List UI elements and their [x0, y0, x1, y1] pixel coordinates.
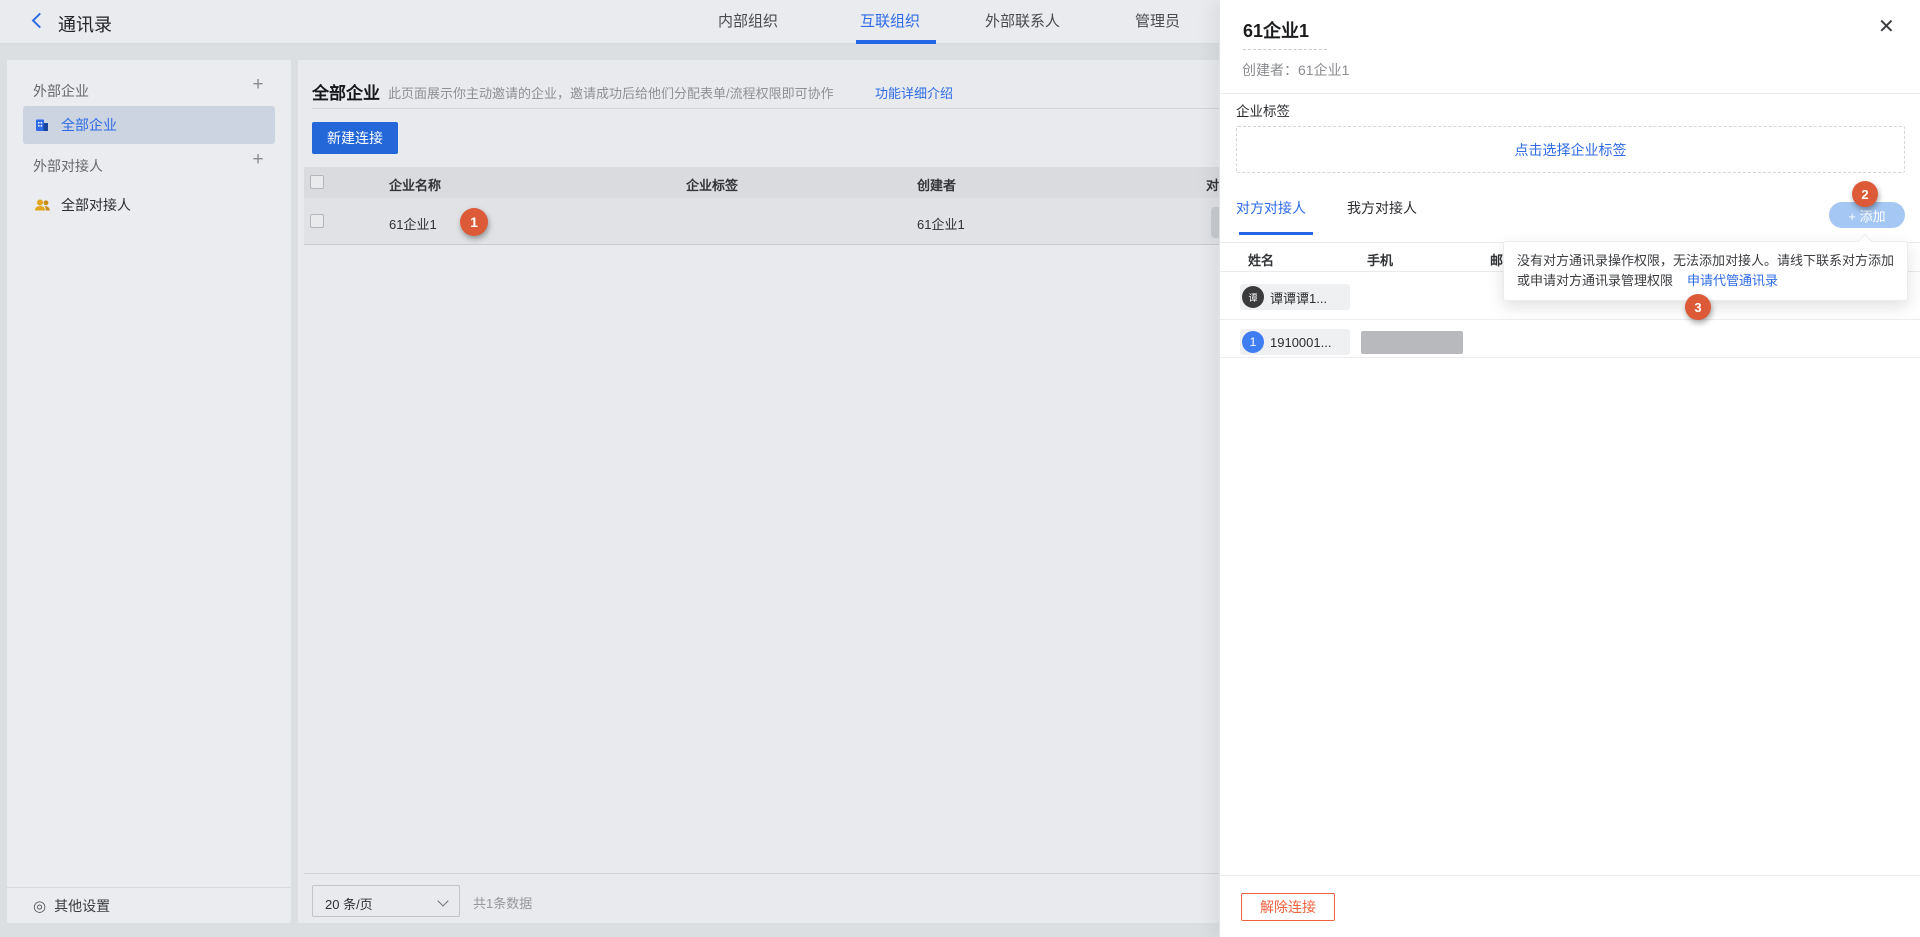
divider [312, 108, 1219, 109]
cell-creator: 61企业1 [917, 214, 965, 233]
main-content: 全部企业 此页面展示你主动邀请的企业，邀请成功后给他们分配表单/流程权限即可协作… [298, 60, 1219, 923]
active-tab-indicator [1239, 232, 1313, 235]
cell-enterprise-name[interactable]: 61企业1 [389, 214, 437, 233]
add-enterprise-plus-icon[interactable]: + [247, 74, 269, 96]
gear-icon: ◎ [33, 897, 46, 915]
annotation-badge-3: 3 [1685, 294, 1711, 320]
total-count-label: 共1条数据 [473, 893, 532, 912]
tab-their-contacts[interactable]: 对方对接人 [1236, 198, 1306, 218]
col-enterprise-tag: 企业标签 [686, 175, 738, 194]
section-description: 此页面展示你主动邀请的企业，邀请成功后给他们分配表单/流程权限即可协作 [388, 83, 834, 102]
chevron-down-icon [437, 895, 448, 906]
close-icon[interactable]: ✕ [1878, 14, 1895, 39]
col-name: 姓名 [1248, 250, 1274, 269]
select-tag-placeholder: 点击选择企业标签 [1515, 140, 1627, 160]
tab-admin[interactable]: 管理员 [1135, 0, 1180, 44]
page-size-select[interactable]: 20 条/页 [312, 885, 460, 917]
enterprise-tag-label: 企业标签 [1236, 100, 1290, 120]
apply-managed-contacts-link[interactable]: 申请代管通讯录 [1687, 273, 1778, 288]
back-icon[interactable] [32, 13, 48, 29]
enterprise-detail-drawer: 61企业1 创建者：61企业1 ✕ 企业标签 点击选择企业标签 对方对接人 我方… [1219, 0, 1920, 937]
sidebar-group-external-contact-person: 外部对接人 [33, 156, 103, 176]
col-creator: 创建者 [917, 175, 956, 194]
person-chip[interactable]: 谭 谭谭谭1... [1240, 284, 1350, 310]
masked-phone-placeholder [1361, 331, 1463, 354]
sidebar: 外部企业 + 全部企业 外部对接人 + [7, 60, 291, 923]
sidebar-item-label: 全部对接人 [61, 195, 131, 215]
section-title: 全部企业 [312, 79, 380, 104]
select-enterprise-tag-box[interactable]: 点击选择企业标签 [1236, 126, 1905, 173]
divider [1220, 93, 1920, 94]
table-row[interactable]: 61企业1 61企业1 [304, 198, 1219, 245]
row-checkbox[interactable] [310, 214, 324, 228]
title-dashed-underline [1243, 49, 1327, 50]
col-clipped: 对 [1206, 175, 1219, 194]
sidebar-group-external-enterprise: 外部企业 [33, 81, 89, 101]
col-enterprise-name: 企业名称 [389, 175, 441, 194]
contact-name: 1910001... [1270, 335, 1331, 350]
feature-intro-link[interactable]: 功能详细介绍 [875, 83, 953, 102]
annotation-badge-1: 1 [460, 208, 488, 236]
building-icon [33, 116, 51, 134]
enterprise-table-header: 企业名称 企业标签 创建者 对 [304, 167, 1219, 198]
contact-name: 谭谭谭1... [1270, 288, 1327, 307]
tab-internal-org[interactable]: 内部组织 [718, 0, 778, 44]
people-icon [33, 196, 51, 214]
annotation-badge-2: 2 [1852, 181, 1878, 207]
drawer-title: 61企业1 [1243, 17, 1309, 43]
tooltip-arrow [1858, 234, 1872, 248]
other-settings-label: 其他设置 [54, 896, 110, 916]
disconnect-button[interactable]: 解除连接 [1241, 893, 1335, 921]
select-all-checkbox[interactable] [310, 175, 324, 189]
sidebar-item-all-enterprises[interactable]: 全部企业 [23, 106, 275, 144]
creator-line: 创建者：61企业1 [1242, 60, 1349, 80]
contact-row: 1 1910001... [1220, 320, 1920, 358]
no-permission-tooltip: 没有对方通讯录操作权限，无法添加对接人。请线下联系对方添加或申请对方通讯录管理权… [1503, 241, 1908, 301]
divider [1220, 875, 1920, 876]
new-connection-button[interactable]: 新建连接 [312, 122, 398, 154]
divider [304, 873, 1219, 874]
sidebar-item-all-contact-persons[interactable]: 全部对接人 [23, 186, 275, 224]
page-title: 通讯录 [58, 11, 112, 37]
add-contact-person-plus-icon[interactable]: + [247, 149, 269, 171]
tab-external-contacts[interactable]: 外部联系人 [985, 0, 1060, 44]
avatar: 谭 [1242, 286, 1264, 308]
active-tab-indicator [856, 40, 936, 44]
add-button-label: 添加 [1860, 209, 1886, 224]
sidebar-item-other-settings[interactable]: ◎ 其他设置 [7, 888, 291, 923]
tab-connected-org[interactable]: 互联组织 [860, 0, 920, 44]
sidebar-item-label: 全部企业 [61, 115, 117, 135]
person-chip[interactable]: 1 1910001... [1240, 329, 1350, 355]
plus-icon: + [1848, 209, 1856, 224]
app-root: 通讯录 内部组织 互联组织 外部联系人 管理员 外部企业 + 全部企业 外部对接… [0, 0, 1920, 937]
tab-our-contacts[interactable]: 我方对接人 [1347, 198, 1417, 218]
avatar: 1 [1242, 331, 1264, 353]
col-phone: 手机 [1367, 250, 1393, 269]
page-size-value: 20 条/页 [325, 894, 373, 913]
